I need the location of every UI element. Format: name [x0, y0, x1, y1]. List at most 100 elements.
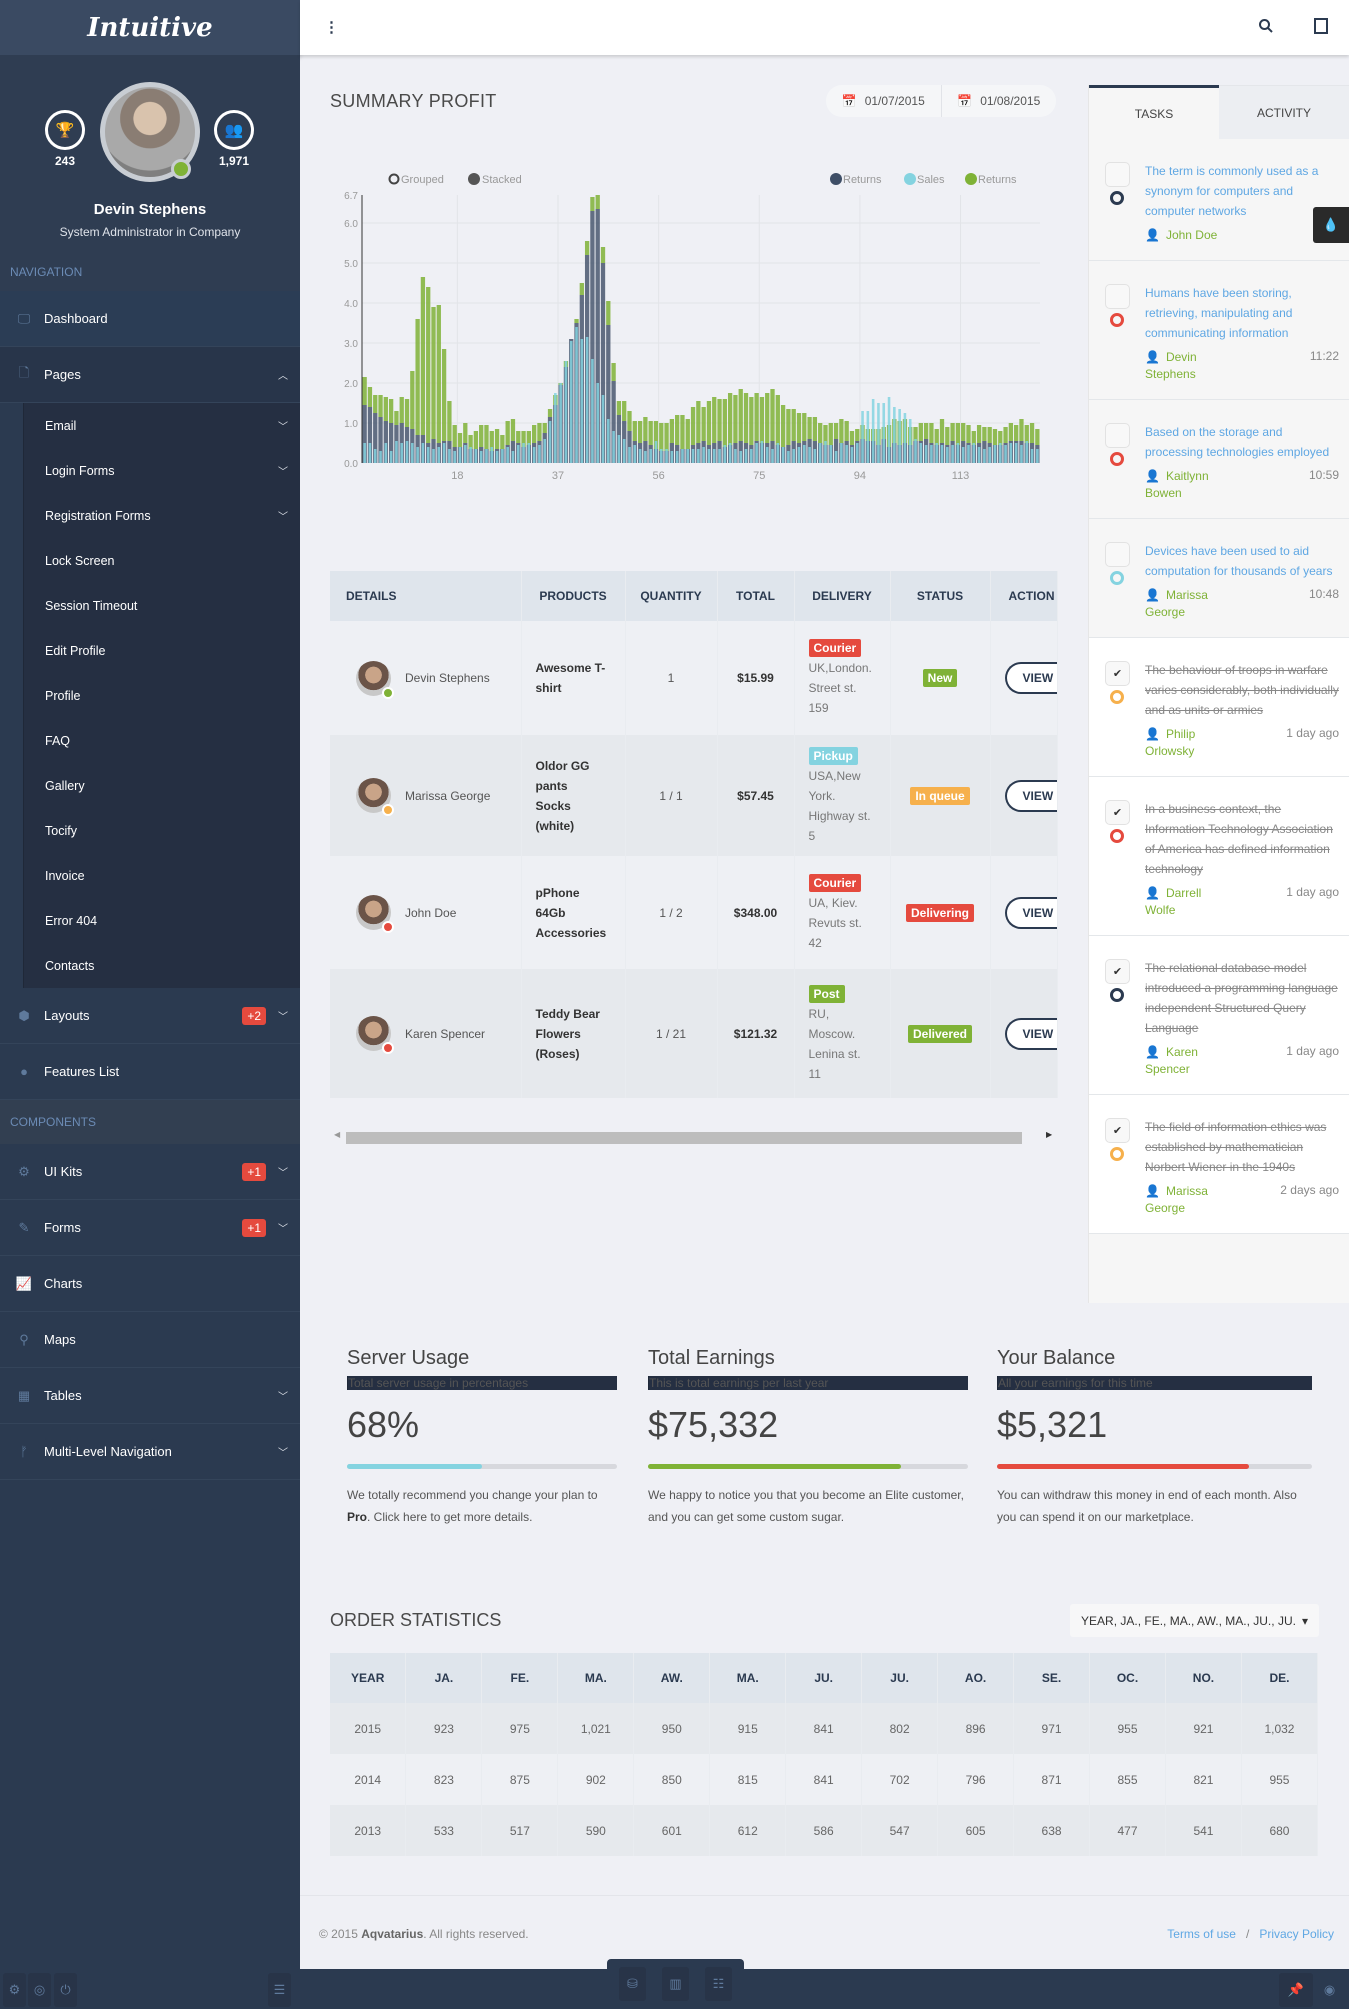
submenu-item-profile[interactable]: Profile: [24, 673, 300, 718]
col-total[interactable]: TOTAL: [717, 571, 795, 621]
fullscreen-icon[interactable]: [1314, 18, 1328, 38]
order-stats-col-header[interactable]: NO.: [1165, 1653, 1242, 1703]
task-author[interactable]: 👤 Devin Stephens: [1145, 349, 1235, 383]
view-order-button[interactable]: VIEW: [1004, 896, 1056, 929]
submenu-item-lock-screen[interactable]: Lock Screen: [24, 538, 300, 583]
server-button[interactable]: ☷: [705, 1967, 732, 2001]
view-order-button[interactable]: VIEW: [1004, 779, 1056, 812]
order-stats-col-header[interactable]: DE.: [1241, 1653, 1319, 1703]
stacked-label[interactable]: Stacked: [482, 174, 522, 186]
col-products[interactable]: PRODUCTS: [521, 571, 626, 621]
view-order-button[interactable]: VIEW: [1004, 662, 1056, 694]
submenu-item-login-forms[interactable]: Login Forms ﹀: [24, 448, 300, 493]
col-delivery[interactable]: DELIVERY: [794, 571, 891, 621]
app-logo[interactable]: Intuitive: [0, 0, 300, 55]
terms-link[interactable]: Terms of use: [1167, 1927, 1236, 1941]
task-checkbox[interactable]: ✔: [1105, 1118, 1130, 1143]
task-author[interactable]: 👤 John Doe: [1145, 227, 1235, 244]
theme-color-toggle[interactable]: 💧: [1313, 207, 1349, 243]
submenu-item-session-timeout[interactable]: Session Timeout: [24, 583, 300, 628]
grouped-label[interactable]: Grouped: [401, 174, 444, 186]
task-author[interactable]: 👤 Philip Orlowsky: [1145, 726, 1235, 760]
search-icon[interactable]: [1258, 18, 1274, 38]
scroll-left-arrow-icon[interactable]: ◀: [334, 1130, 340, 1139]
scrollbar-thumb[interactable]: [346, 1132, 1022, 1144]
submenu-item-contacts[interactable]: Contacts: [24, 943, 300, 988]
order-stats-col-header[interactable]: YEAR: [330, 1653, 407, 1703]
submenu-item-registration-forms[interactable]: Registration Forms ﹀: [24, 493, 300, 538]
task-author[interactable]: 👤 Karen Spencer: [1145, 1044, 1235, 1078]
task-author[interactable]: 👤 Marissa George: [1145, 1183, 1235, 1217]
sidebar-item-features-list[interactable]: ● Features List: [0, 1044, 300, 1100]
sidebar-item-pages[interactable]: 🗋 Pages ︿: [0, 347, 300, 403]
task-checkbox[interactable]: ✔: [1105, 661, 1130, 686]
settings-button[interactable]: ⚙: [3, 1973, 26, 2007]
task-checkbox[interactable]: ✔: [1105, 800, 1130, 825]
achievements-stat[interactable]: 🏆 243: [35, 110, 95, 168]
submenu-item-email[interactable]: Email ﹀: [24, 403, 300, 448]
order-stats-col-header[interactable]: MA.: [557, 1653, 635, 1703]
customer-avatar[interactable]: [356, 778, 394, 816]
order-stats-col-header[interactable]: JU.: [861, 1653, 939, 1703]
order-stats-col-header[interactable]: MA.: [709, 1653, 787, 1703]
privacy-link[interactable]: Privacy Policy: [1259, 1927, 1334, 1941]
order-stats-col-header[interactable]: AW.: [633, 1653, 711, 1703]
task-author[interactable]: 👤 Darrell Wolfe: [1145, 885, 1235, 919]
bar-chart-button[interactable]: ▥: [662, 1967, 689, 2001]
target-button[interactable]: ◉: [1318, 1973, 1341, 2007]
customer-avatar[interactable]: [356, 660, 394, 699]
customer-avatar[interactable]: [356, 895, 394, 933]
task-text[interactable]: The behaviour of troops in warfare varie…: [1145, 660, 1339, 720]
sidebar-item-maps[interactable]: ⚲ Maps: [0, 1312, 300, 1368]
task-checkbox[interactable]: [1105, 423, 1130, 448]
order-stats-col-header[interactable]: FE.: [481, 1653, 559, 1703]
task-checkbox[interactable]: [1105, 162, 1130, 187]
order-stats-col-header[interactable]: JA.: [405, 1653, 483, 1703]
submenu-item-gallery[interactable]: Gallery: [24, 763, 300, 808]
submenu-item-error-404[interactable]: Error 404: [24, 898, 300, 943]
task-text[interactable]: The field of information ethics was esta…: [1145, 1117, 1339, 1177]
task-text[interactable]: Devices have been used to aid computatio…: [1145, 541, 1339, 581]
task-checkbox[interactable]: [1105, 284, 1130, 309]
sidebar-item-ui-kits[interactable]: ⚙ UI Kits +1 ﹀: [0, 1144, 300, 1200]
tab-tasks[interactable]: TASKS: [1089, 85, 1219, 139]
scroll-right-arrow-icon[interactable]: ▶: [1046, 1130, 1052, 1139]
pin-button[interactable]: 📌: [1279, 1973, 1313, 2007]
submenu-item-tocify[interactable]: Tocify: [24, 808, 300, 853]
task-author[interactable]: 👤 Marissa George: [1145, 587, 1235, 621]
col-quantity[interactable]: QUANTITY: [625, 571, 718, 621]
submenu-item-invoice[interactable]: Invoice: [24, 853, 300, 898]
stat-description[interactable]: You can withdraw this money in end of ea…: [997, 1484, 1312, 1528]
col-status[interactable]: STATUS: [890, 571, 991, 621]
legend-label[interactable]: Sales: [917, 174, 945, 186]
sidebar-item-layouts[interactable]: ⬢ Layouts +2 ﹀: [0, 988, 300, 1044]
columns-select[interactable]: YEAR, JA., FE., MA., AW., MA., JU., JU. ▾: [1070, 1604, 1319, 1637]
followers-stat[interactable]: 👥 1,971: [204, 110, 264, 168]
sidebar-item-multi-level-navigation[interactable]: ᚠ Multi-Level Navigation ﹀: [0, 1424, 300, 1480]
collapse-sidebar-button[interactable]: ☰: [268, 1973, 291, 2007]
database-button[interactable]: ⛁: [619, 1967, 646, 2001]
task-text[interactable]: Based on the storage and processing tech…: [1145, 422, 1339, 462]
help-button[interactable]: ◎: [28, 1973, 51, 2007]
task-checkbox[interactable]: ✔: [1105, 959, 1130, 984]
task-text[interactable]: The term is commonly used as a synonym f…: [1145, 161, 1339, 221]
stat-description[interactable]: We happy to notice you that you become a…: [648, 1484, 968, 1528]
sidebar-item-tables[interactable]: ▦ Tables ﹀: [0, 1368, 300, 1424]
order-stats-col-header[interactable]: OC.: [1089, 1653, 1166, 1703]
order-stats-col-header[interactable]: AO.: [937, 1653, 1015, 1703]
sidebar-item-dashboard[interactable]: 🖵 Dashboard: [0, 291, 300, 347]
power-button[interactable]: ⏻: [54, 1973, 77, 2007]
stat-description[interactable]: We totally recommend you change your pla…: [347, 1484, 617, 1528]
customer-avatar[interactable]: [356, 1016, 394, 1054]
profile-avatar[interactable]: [100, 82, 200, 182]
submenu-item-faq[interactable]: FAQ: [24, 718, 300, 763]
col-details[interactable]: DETAILS: [330, 571, 522, 621]
task-author[interactable]: 👤 Kaitlynn Bowen: [1145, 468, 1235, 502]
sidebar-item-forms[interactable]: ✎ Forms +1 ﹀: [0, 1200, 300, 1256]
task-checkbox[interactable]: [1105, 542, 1130, 567]
order-stats-col-header[interactable]: JU.: [785, 1653, 863, 1703]
date-to-input[interactable]: 📅 01/08/2015: [940, 85, 1057, 117]
task-text[interactable]: The relational database model introduced…: [1145, 958, 1339, 1038]
task-text[interactable]: Humans have been storing, retrieving, ma…: [1145, 283, 1339, 343]
order-stats-col-header[interactable]: SE.: [1013, 1653, 1091, 1703]
